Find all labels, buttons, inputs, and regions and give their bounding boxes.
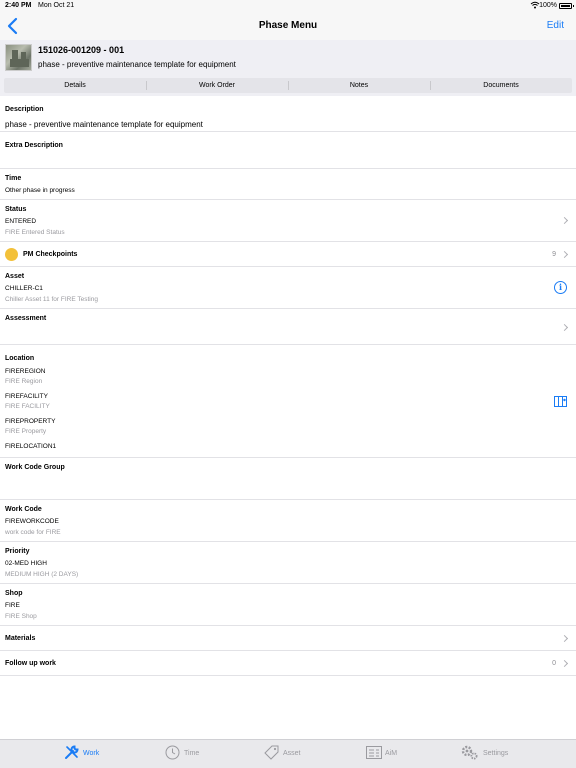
shop-row[interactable]: Shop FIRE FIRE Shop — [0, 584, 576, 626]
status-value: ENTERED — [5, 218, 37, 225]
location-label: Location — [5, 355, 35, 362]
chevron-right-icon — [560, 323, 569, 332]
edit-button[interactable]: Edit — [547, 20, 564, 31]
location-row: Location FIREREGION FIRE Region FIREFACI… — [0, 345, 576, 458]
asset-sub: Chiller Asset 11 for FIRE Testing — [5, 296, 98, 303]
status-time: 2:40 PM — [5, 2, 32, 9]
property-value: FIREPROPERTY — [5, 418, 56, 425]
gear-icon — [461, 745, 478, 760]
status-bar: 2:40 PM Mon Oct 21 100% — [0, 0, 576, 12]
info-icon[interactable]: i — [554, 281, 567, 294]
asset-row[interactable]: Asset CHILLER-C1 Chiller Asset 11 for FI… — [0, 267, 576, 309]
shop-value: FIRE — [5, 602, 20, 609]
tab-bar-asset-label: Asset — [283, 750, 301, 757]
clock-icon — [165, 745, 180, 760]
facility-sub: FIRE FACILITY — [5, 403, 50, 410]
chevron-right-icon — [560, 250, 569, 259]
description-row: Description phase - preventive maintenan… — [0, 99, 576, 132]
materials-label: Materials — [5, 635, 36, 642]
work-code-value: FIREWORKCODE — [5, 518, 59, 525]
map-icon[interactable] — [554, 396, 567, 407]
phase-description: phase - preventive maintenance template … — [38, 60, 236, 69]
work-code-sub: work code for FIRE — [5, 529, 61, 536]
materials-row[interactable]: Materials — [0, 626, 576, 651]
tab-details[interactable]: Details — [4, 78, 146, 93]
shop-sub: FIRE Shop — [5, 613, 37, 620]
assessment-row[interactable]: Assessment — [0, 309, 576, 345]
segmented-tabs: Details Work Order Notes Documents — [4, 78, 572, 93]
status-label: Status — [5, 206, 27, 213]
time-row: Time Other phase in progress — [0, 169, 576, 200]
tab-bar-settings-label: Settings — [483, 750, 509, 757]
aim-icon — [366, 746, 382, 759]
pm-checkpoints-row[interactable]: PM Checkpoints 9 — [0, 242, 576, 267]
shop-label: Shop — [5, 590, 23, 597]
follow-up-work-count: 0 — [552, 660, 556, 667]
time-value: Other phase in progress — [5, 187, 75, 194]
priority-label: Priority — [5, 548, 30, 555]
work-code-row[interactable]: Work Code FIREWORKCODE work code for FIR… — [0, 500, 576, 542]
priority-sub: MEDIUM HIGH (2 DAYS) — [5, 571, 79, 578]
follow-up-work-row[interactable]: Follow up work 0 — [0, 651, 576, 676]
follow-up-work-label: Follow up work — [5, 660, 56, 667]
description-value: phase - preventive maintenance template … — [5, 120, 203, 129]
chevron-right-icon — [560, 659, 569, 668]
pm-status-dot — [5, 248, 18, 261]
asset-thumbnail — [5, 44, 32, 71]
tab-bar-work-label: Work — [83, 750, 100, 757]
status-sub: FIRE Entered Status — [5, 229, 65, 236]
work-code-label: Work Code — [5, 506, 42, 513]
details-list: Description phase - preventive maintenan… — [0, 99, 576, 676]
tab-notes[interactable]: Notes — [288, 78, 430, 93]
chevron-right-icon — [560, 216, 569, 225]
property-sub: FIRE Property — [5, 428, 47, 435]
tab-bar-aim-label: AiM — [385, 750, 398, 757]
tab-documents[interactable]: Documents — [430, 78, 572, 93]
description-label: Description — [5, 106, 44, 113]
work-code-group-row[interactable]: Work Code Group — [0, 458, 576, 500]
tag-icon — [264, 745, 279, 760]
region-value: FIREREGION — [5, 368, 46, 375]
work-order-number: 151026-001209 - 001 — [38, 45, 125, 55]
tab-work-order[interactable]: Work Order — [146, 78, 288, 93]
extra-description-row[interactable]: Extra Description — [0, 132, 576, 169]
tab-bar-time-label: Time — [184, 750, 200, 757]
pm-checkpoints-count: 9 — [552, 251, 556, 258]
region-sub: FIRE Region — [5, 378, 43, 385]
priority-value: 02-MED HIGH — [5, 560, 47, 567]
time-label: Time — [5, 175, 22, 182]
bottom-tab-bar: Work Time Asset AiM Settings — [0, 739, 576, 768]
asset-value: CHILLER-C1 — [5, 285, 43, 292]
pm-checkpoints-label: PM Checkpoints — [23, 251, 78, 258]
phase-header: 151026-001209 - 001 phase - preventive m… — [0, 40, 576, 96]
assessment-label: Assessment — [5, 315, 47, 322]
status-date: Mon Oct 21 — [38, 2, 75, 9]
location-value: FIRELOCATION1 — [5, 443, 57, 450]
page-title: Phase Menu — [258, 20, 318, 31]
status-row[interactable]: Status ENTERED FIRE Entered Status — [0, 200, 576, 242]
facility-value: FIREFACILITY — [5, 393, 48, 400]
extra-description-label: Extra Description — [5, 142, 63, 149]
work-code-group-label: Work Code Group — [5, 464, 65, 471]
asset-label: Asset — [5, 273, 25, 280]
battery-icon — [559, 3, 574, 9]
battery-percent: 100% — [539, 2, 557, 9]
navigation-bar: Phase Menu Edit — [0, 12, 576, 40]
priority-row[interactable]: Priority 02-MED HIGH MEDIUM HIGH (2 DAYS… — [0, 542, 576, 584]
wrench-icon — [65, 745, 79, 759]
chevron-right-icon — [560, 634, 569, 643]
